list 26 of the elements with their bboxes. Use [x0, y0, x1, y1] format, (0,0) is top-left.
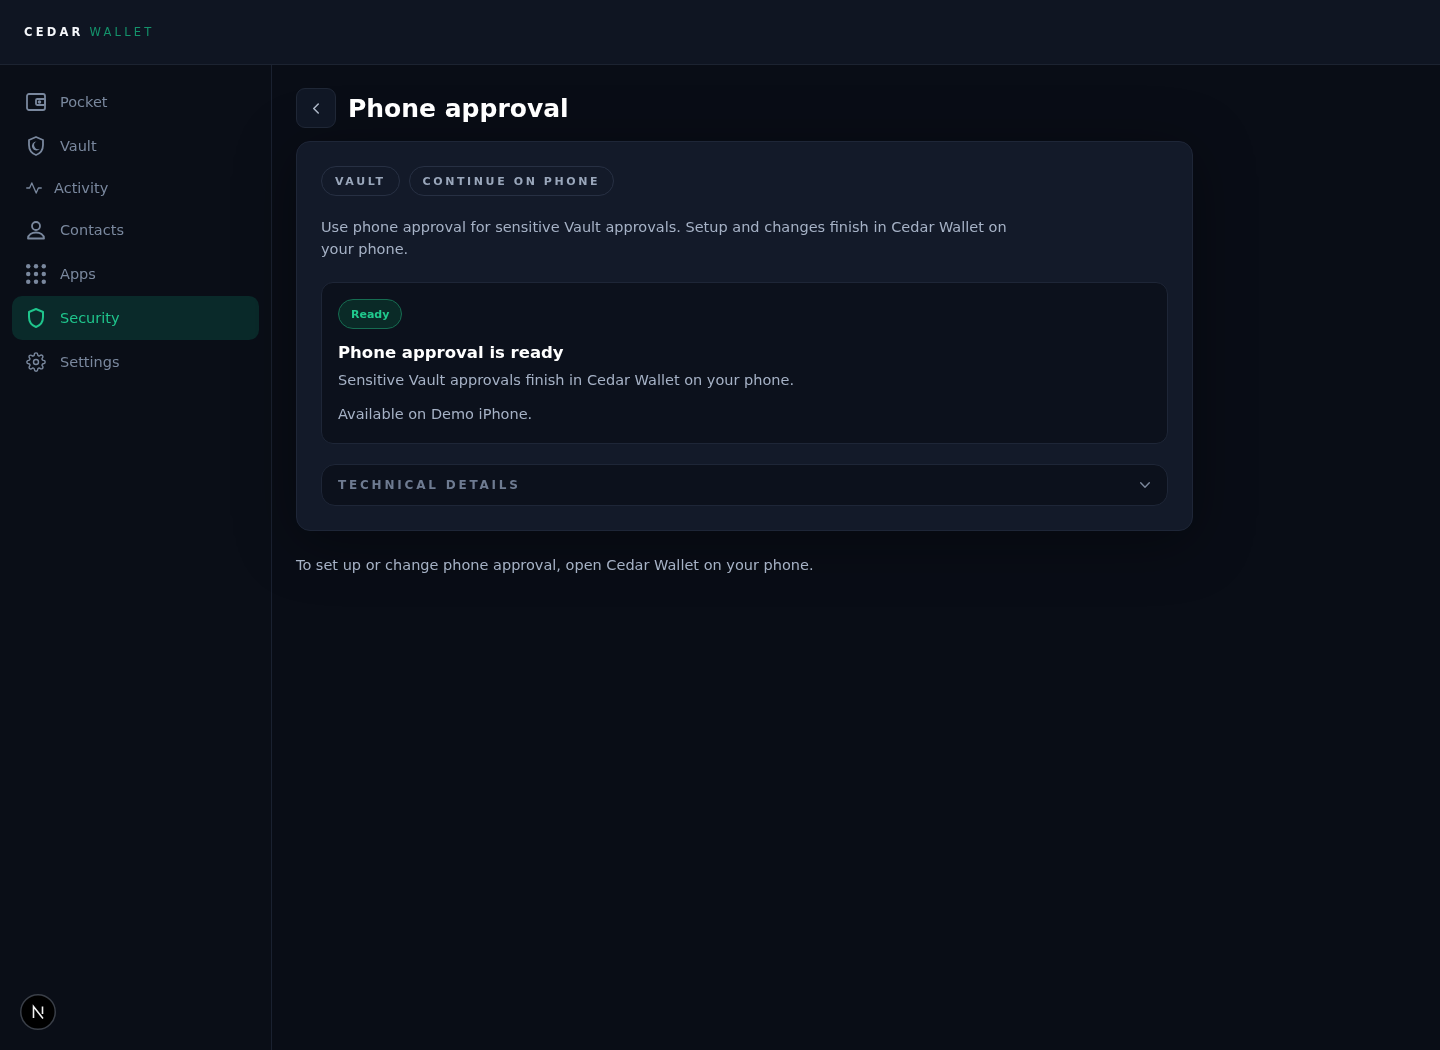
sidebar-item[interactable]: Settings — [12, 340, 259, 384]
status-text: Sensitive Vault approvals finish in Cedar Wallet on your phone. — [338, 371, 796, 390]
sidebar-item[interactable]: Activity — [12, 168, 259, 208]
sidebar-item[interactable]: Apps — [12, 252, 259, 296]
shield-icon — [26, 308, 46, 328]
settings-icon — [26, 352, 46, 372]
wallet-icon — [26, 92, 46, 112]
brand-suffix: WALLET — [89, 25, 155, 39]
status-badge: Ready — [338, 299, 403, 329]
sidebar-item[interactable]: Vault — [12, 124, 259, 168]
person-icon — [26, 220, 46, 240]
status-text: Available on Demo iPhone. — [338, 405, 534, 424]
dots-grid-icon — [26, 264, 46, 284]
chevron-left-icon — [313, 102, 319, 114]
sidebar-item[interactable]: Security — [12, 296, 259, 340]
footer-note: To set up or change phone approval, open Cedar Wallet on your phone. — [296, 557, 815, 573]
description-text: Use phone approval for sensitive Vault approvals. Setup and changes finish in Cedar Wallet on your phone. — [321, 218, 1008, 259]
status-title: Phone approval is ready — [338, 342, 565, 364]
page-title: Phone approval — [348, 93, 569, 123]
technical-details-toggle[interactable]: TECHNICAL DETAILS — [321, 464, 1168, 506]
chevron-down-icon — [1140, 482, 1150, 488]
shield-icon — [26, 136, 46, 156]
brand-logo: CEDAR — [24, 25, 84, 39]
n-logo-icon[interactable] — [20, 994, 56, 1030]
sidebar-item[interactable]: Contacts — [12, 208, 259, 252]
sidebar-item[interactable]: Pocket — [12, 80, 259, 124]
